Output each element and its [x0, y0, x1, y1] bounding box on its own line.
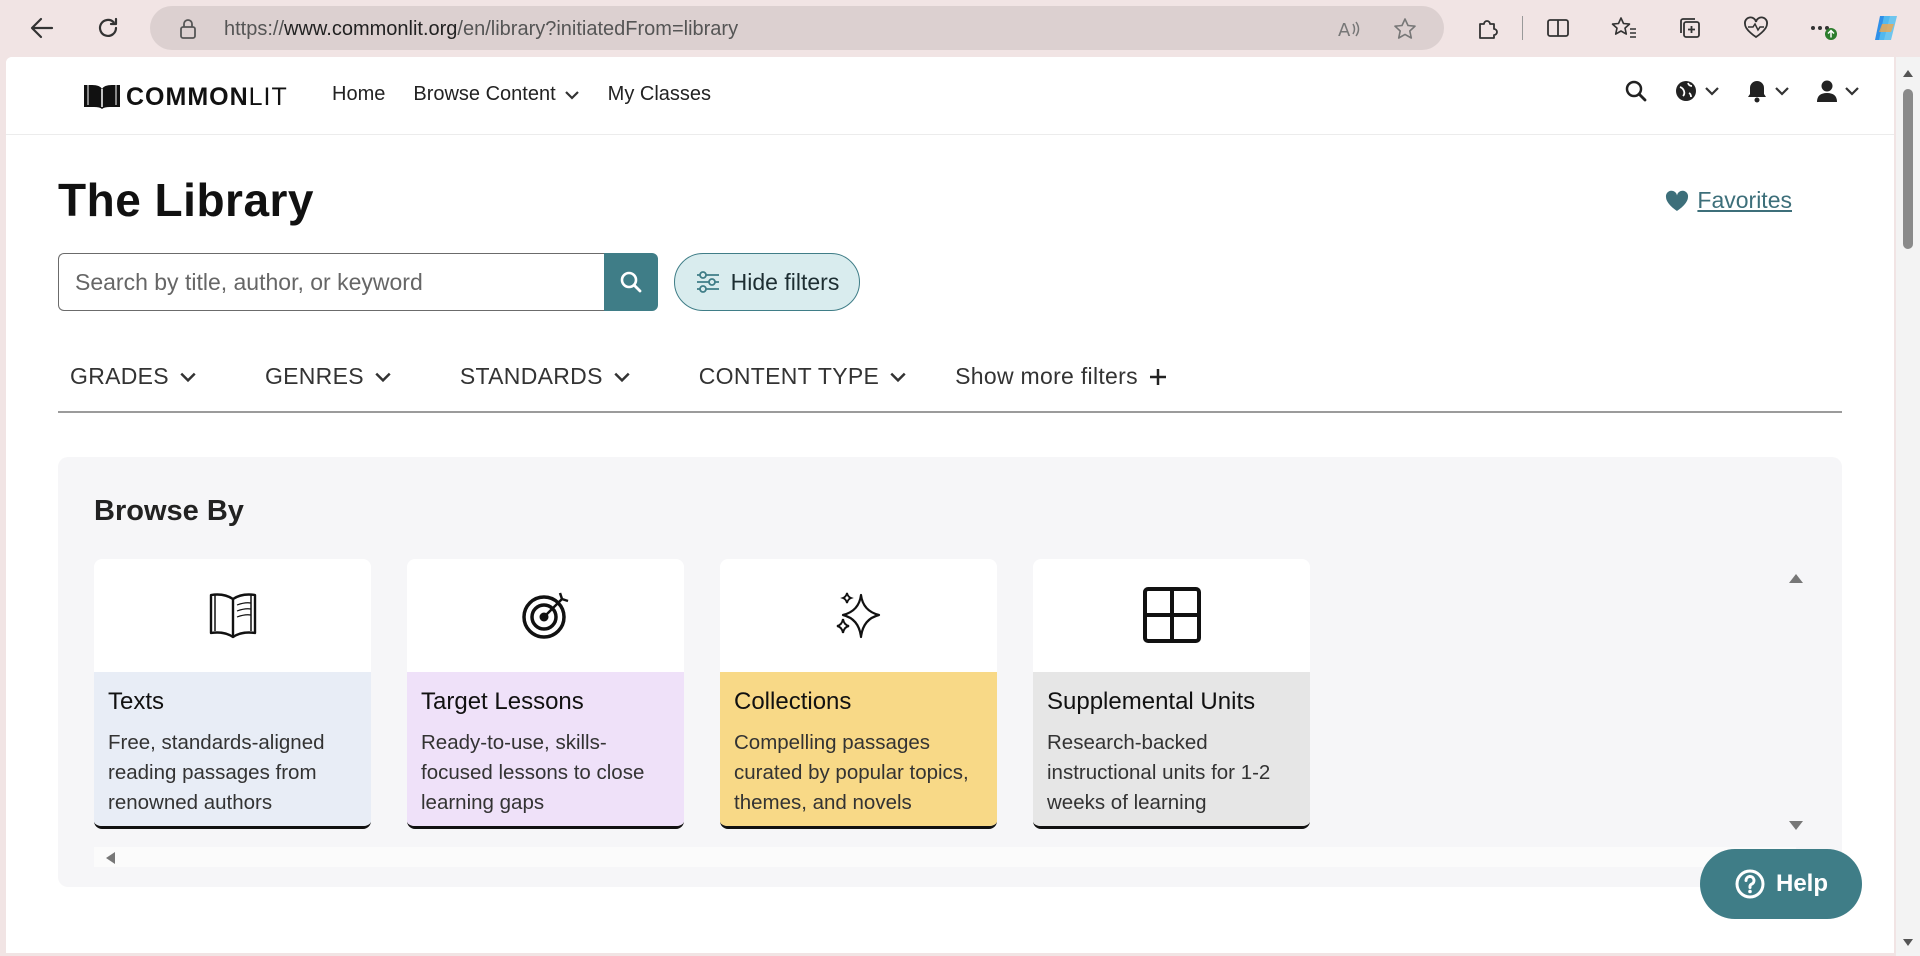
scroll-up-arrow-icon[interactable] [1902, 65, 1914, 83]
chevron-down-icon [890, 372, 906, 382]
horizontal-scrollbar[interactable] [94, 847, 1796, 867]
scroll-down-arrow-icon[interactable] [1902, 935, 1914, 953]
refresh-icon[interactable] [90, 10, 126, 46]
filter-grades[interactable]: GRADES [70, 357, 197, 390]
browse-cards: Texts Free, standards-aligned reading pa… [94, 559, 1310, 829]
chevron-down-icon [1775, 87, 1789, 96]
card-description: Compelling passages curated by popular t… [734, 731, 969, 814]
heart-icon [1666, 190, 1689, 211]
chevron-down-icon [375, 372, 391, 382]
chevron-down-icon [1705, 87, 1719, 96]
search-icon[interactable] [1624, 79, 1648, 103]
nav-browse-content[interactable]: Browse Content [413, 83, 579, 106]
card-body: Texts Free, standards-aligned reading pa… [94, 672, 371, 826]
card-texts[interactable]: Texts Free, standards-aligned reading pa… [94, 559, 371, 829]
page-viewport: COMMONLIT Home Browse Content My Classes [6, 57, 1894, 953]
browser-toolbar: https://www.commonlit.org/en/library?ini… [0, 0, 1920, 56]
card-body: Supplemental Units Research-backed instr… [1033, 672, 1310, 826]
card-title: Supplemental Units [1047, 688, 1256, 715]
filter-genres[interactable]: GENRES [265, 357, 392, 390]
scroll-down-arrow-icon[interactable] [1788, 819, 1804, 837]
book-logo-icon [82, 81, 122, 114]
lock-icon[interactable] [178, 18, 198, 45]
filter-bar: GRADES GENRES STANDARDS CONTENT TYPE Sho… [58, 357, 1842, 413]
card-title: Collections [734, 688, 852, 715]
back-icon[interactable] [24, 10, 60, 46]
plus-icon [1149, 368, 1166, 385]
card-body: Collections Compelling passages curated … [720, 672, 997, 826]
favorites-link[interactable]: Favorites [1665, 187, 1792, 214]
card-supplemental-units[interactable]: Supplemental Units Research-backed instr… [1033, 559, 1310, 829]
search-icon [620, 271, 642, 293]
card-target-lessons[interactable]: Target Lessons Ready-to-use, skills-focu… [407, 559, 684, 829]
svg-text:A: A [1338, 20, 1351, 41]
sliders-icon [696, 271, 719, 293]
filter-standards[interactable]: STANDARDS [460, 357, 631, 390]
main-nav: Home Browse Content My Classes [332, 83, 711, 106]
sparkles-icon [720, 559, 997, 671]
collections-icon[interactable] [1674, 12, 1706, 44]
search-bar [58, 253, 658, 311]
language-menu[interactable] [1674, 79, 1720, 103]
favorite-star-icon[interactable] [1392, 16, 1418, 47]
address-bar[interactable]: https://www.commonlit.org/en/library?ini… [150, 6, 1444, 50]
chevron-down-icon [1845, 87, 1859, 96]
site-header: COMMONLIT Home Browse Content My Classes [6, 57, 1894, 135]
bell-icon [1748, 81, 1766, 103]
health-heart-icon[interactable] [1740, 12, 1772, 44]
help-button[interactable]: Help [1700, 849, 1862, 919]
question-circle-icon [1735, 869, 1765, 899]
card-description: Free, standards-aligned reading passages… [108, 731, 325, 814]
target-icon [407, 559, 684, 671]
nav-my-classes[interactable]: My Classes [608, 83, 711, 106]
help-label: Help [1775, 870, 1828, 897]
copilot-icon[interactable] [1870, 12, 1902, 44]
read-aloud-icon[interactable]: A [1336, 16, 1362, 47]
card-collections[interactable]: Collections Compelling passages curated … [720, 559, 997, 829]
commonlit-logo[interactable]: COMMONLIT [82, 81, 288, 114]
show-more-filters[interactable]: Show more filters [955, 357, 1168, 390]
scroll-up-arrow-icon[interactable] [1788, 571, 1804, 589]
hide-filters-label: Hide filters [730, 268, 840, 295]
grid-icon [1033, 559, 1310, 671]
page-scrollbar[interactable] [1896, 57, 1920, 956]
notifications-menu[interactable] [1746, 79, 1790, 103]
user-icon [1817, 80, 1837, 102]
card-title: Target Lessons [421, 688, 584, 715]
header-tools [1624, 79, 1860, 103]
card-description: Ready-to-use, skills-focused lessons to … [421, 731, 645, 814]
split-screen-icon[interactable] [1542, 12, 1574, 44]
card-body: Target Lessons Ready-to-use, skills-focu… [407, 672, 684, 826]
extensions-icon[interactable] [1472, 12, 1504, 44]
nav-home[interactable]: Home [332, 83, 385, 106]
open-book-icon [94, 559, 371, 671]
hide-filters-button[interactable]: Hide filters [674, 253, 860, 311]
search-button[interactable] [604, 253, 658, 311]
url-text[interactable]: https://www.commonlit.org/en/library?ini… [224, 18, 738, 41]
globe-icon [1676, 81, 1696, 101]
favorites-label: Favorites [1697, 187, 1792, 213]
chevron-down-icon [180, 372, 196, 382]
chevron-down-icon [564, 90, 579, 100]
favorites-bar-icon[interactable] [1608, 12, 1640, 44]
card-description: Research-backed instructional units for … [1047, 731, 1271, 814]
search-input[interactable] [58, 253, 604, 311]
scroll-left-arrow-icon[interactable] [104, 851, 116, 870]
filter-content-type[interactable]: CONTENT TYPE [699, 357, 907, 390]
more-menu-icon[interactable] [1806, 12, 1838, 44]
browse-by-panel: Browse By Texts Free, standards-aligned … [58, 457, 1842, 887]
card-title: Texts [108, 688, 165, 715]
page-title: The Library [58, 174, 315, 226]
browse-by-title: Browse By [94, 495, 244, 527]
chevron-down-icon [614, 372, 630, 382]
account-menu[interactable] [1816, 79, 1860, 103]
toolbar-divider [1522, 16, 1523, 40]
scrollbar-thumb[interactable] [1903, 89, 1913, 249]
